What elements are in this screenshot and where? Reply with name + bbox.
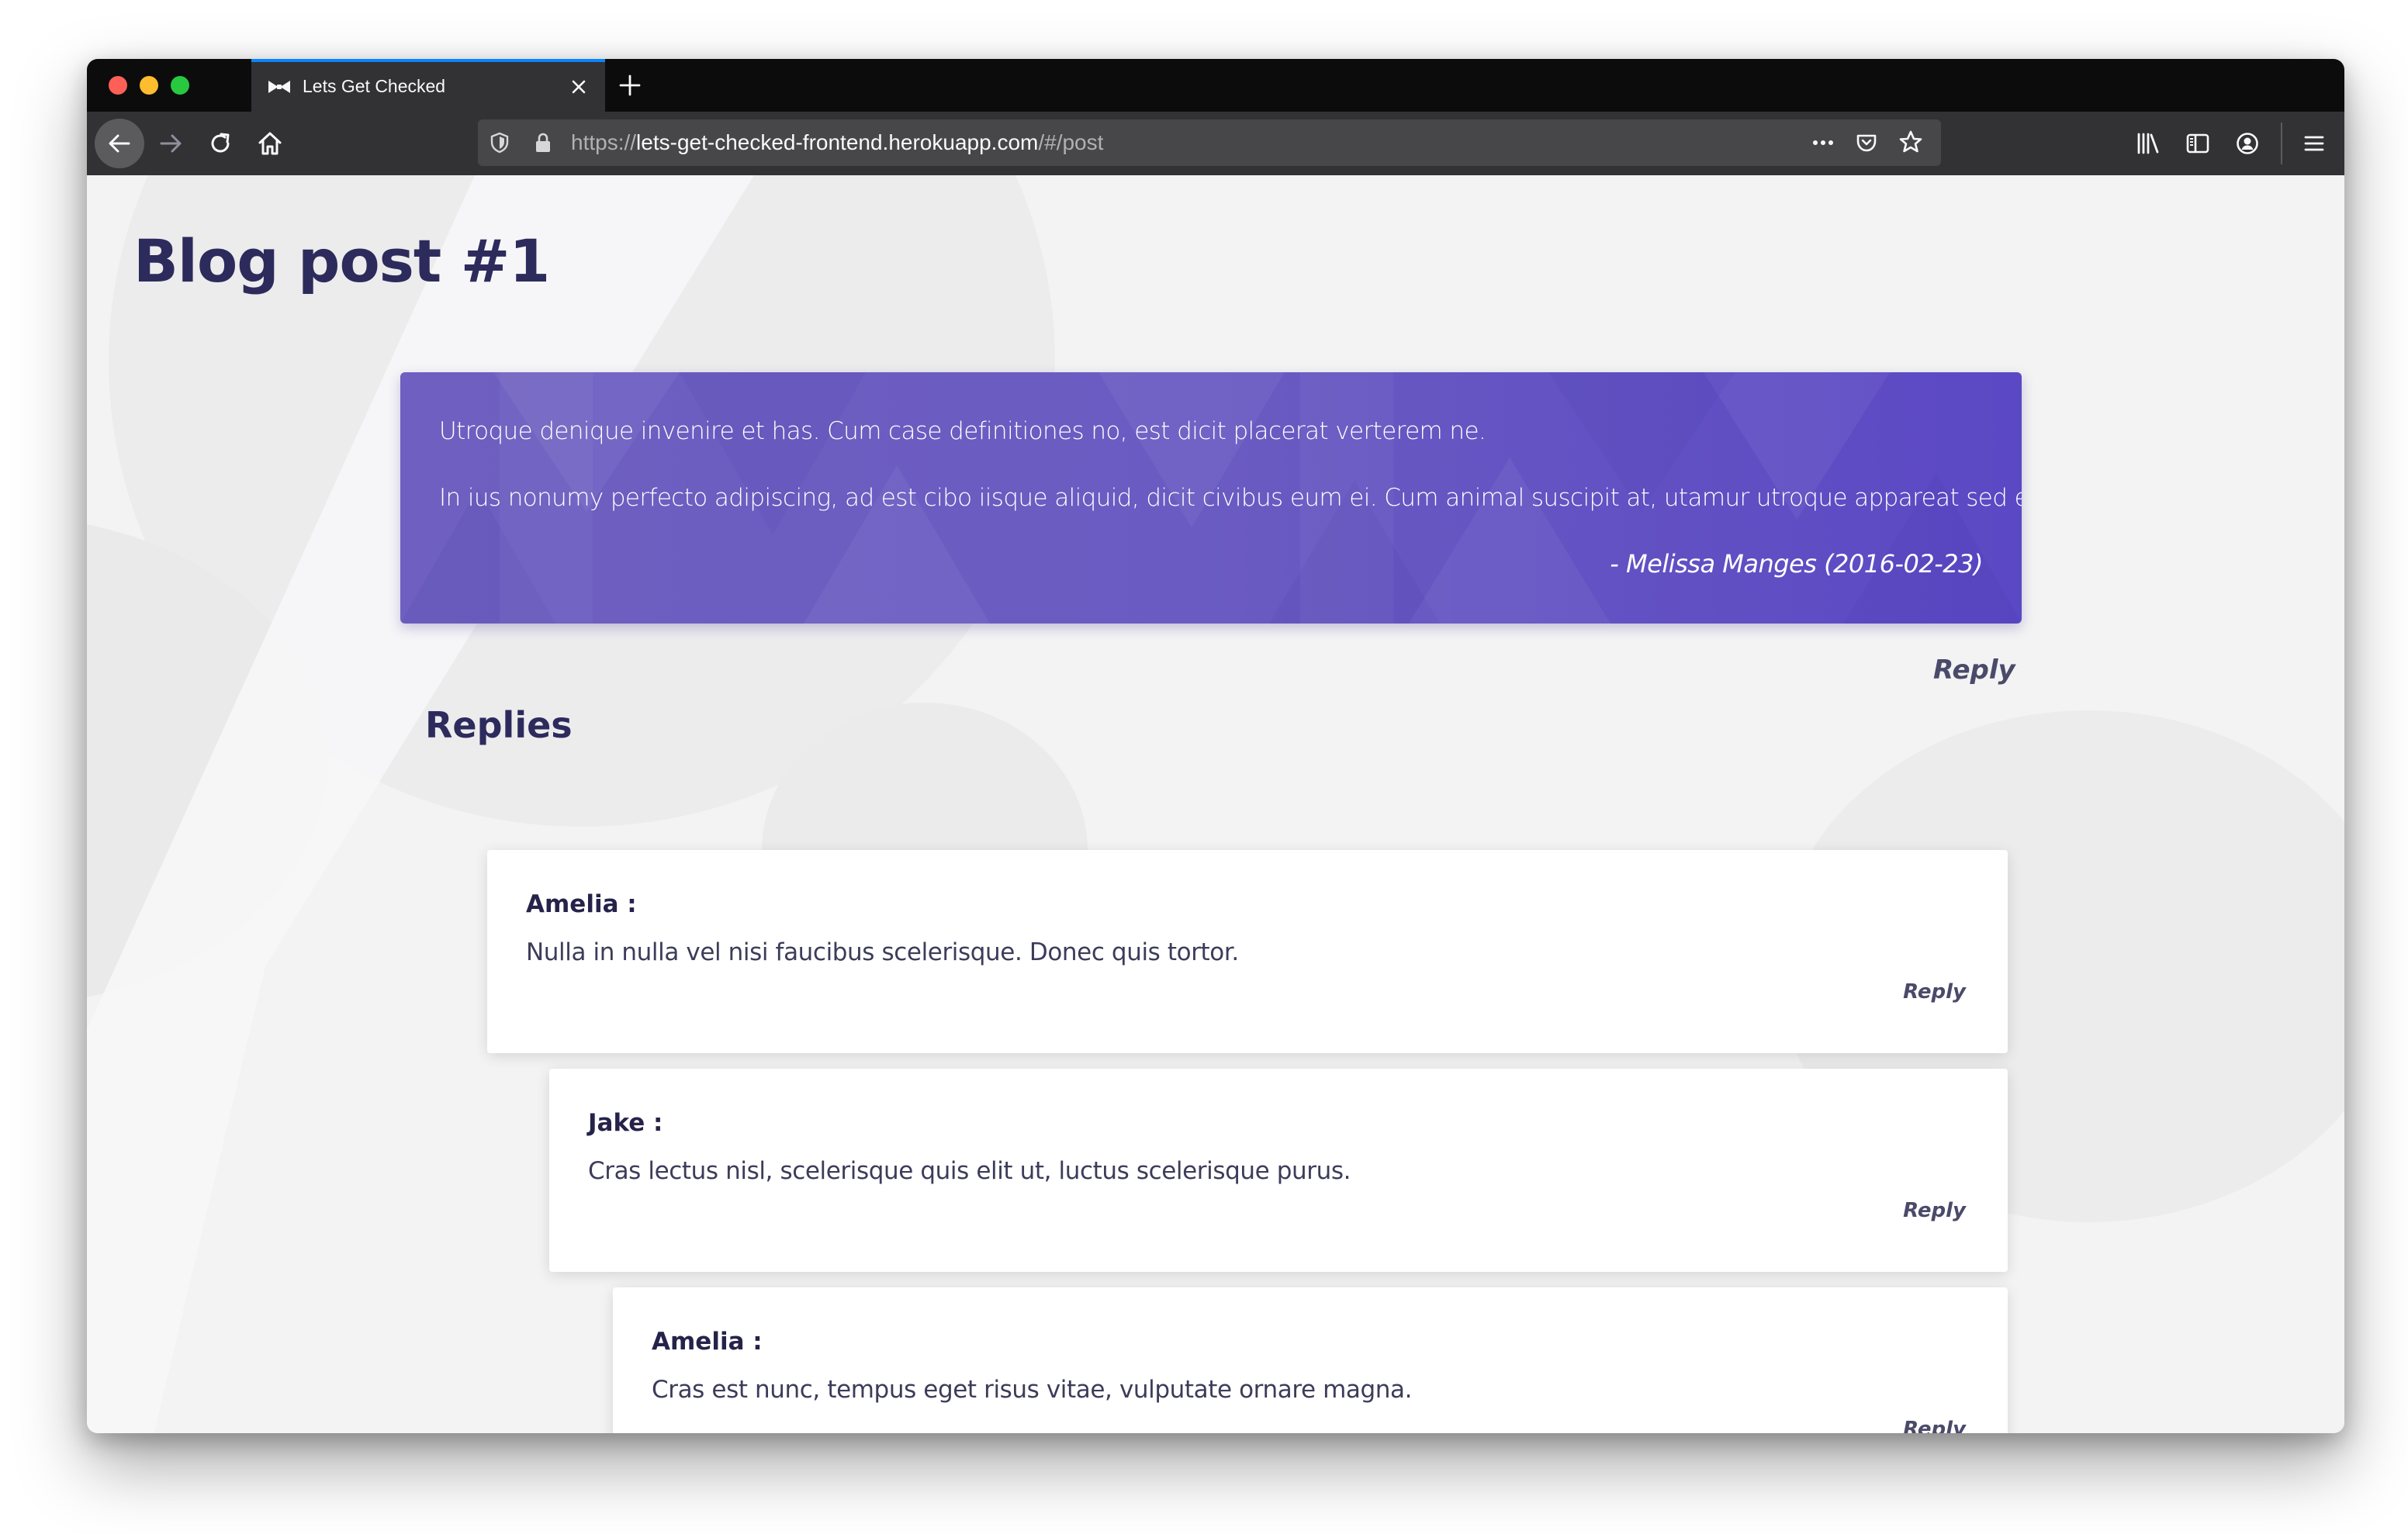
- minimize-window-button[interactable]: [140, 76, 158, 95]
- post-author: - Melissa Manges (2016-02-23): [1610, 549, 1983, 579]
- sidebar-icon[interactable]: [2185, 130, 2211, 157]
- pocket-icon[interactable]: [1854, 130, 1879, 155]
- url-text[interactable]: https://lets-get-checked-frontend.heroku…: [571, 119, 1103, 166]
- tab-title: Lets Get Checked: [303, 76, 446, 96]
- arrow-left-icon: [106, 130, 133, 157]
- forward-button[interactable]: [146, 119, 195, 168]
- home-icon: [256, 130, 284, 157]
- reply-link[interactable]: Reply: [1903, 980, 1966, 1004]
- reply-author: Jake :: [588, 1109, 663, 1137]
- hamburger-menu-icon[interactable]: [2301, 130, 2327, 157]
- reply-author: Amelia :: [526, 890, 637, 918]
- tab-lets-get-checked[interactable]: Lets Get Checked: [251, 59, 605, 112]
- toolbar-divider: [2281, 123, 2282, 164]
- reply-text: Cras est nunc, tempus eget risus vitae, …: [652, 1376, 1413, 1404]
- account-icon[interactable]: [2234, 130, 2261, 157]
- reply-author: Amelia :: [652, 1328, 763, 1356]
- navigation-toolbar: https://lets-get-checked-frontend.heroku…: [87, 112, 2344, 176]
- post-paragraph: Utroque denique invenire et has. Cum cas…: [439, 417, 1486, 445]
- replies-heading: Replies: [425, 704, 573, 746]
- arrow-right-icon: [157, 130, 185, 157]
- close-icon[interactable]: [566, 74, 591, 99]
- library-icon[interactable]: [2135, 130, 2161, 157]
- close-window-button[interactable]: [109, 76, 127, 95]
- shield-icon[interactable]: [487, 130, 512, 155]
- reload-button[interactable]: [195, 119, 245, 168]
- page-title: Blog post #1: [133, 226, 550, 295]
- browser-window: Lets Get Checked https://lets-get-checke…: [87, 59, 2344, 1433]
- lock-icon[interactable]: [531, 130, 555, 155]
- reload-icon: [206, 130, 234, 157]
- page-content: Blog post #1 Utroque denique invenire et…: [87, 175, 2344, 1433]
- post-reply-link[interactable]: Reply: [1933, 655, 2015, 686]
- url-bar[interactable]: https://lets-get-checked-frontend.heroku…: [478, 119, 1941, 166]
- url-host: lets-get-checked-frontend.herokuapp.com: [636, 130, 1039, 154]
- home-button[interactable]: [245, 119, 295, 168]
- blog-post-card: Utroque denique invenire et has. Cum cas…: [400, 372, 2022, 624]
- zoom-window-button[interactable]: [171, 76, 189, 95]
- reply-link[interactable]: Reply: [1903, 1199, 1966, 1222]
- reply-card: Amelia : Nulla in nulla vel nisi faucibu…: [487, 850, 2008, 1053]
- reply-card: Jake : Cras lectus nisl, scelerisque qui…: [549, 1069, 2008, 1272]
- bowtie-icon: [267, 79, 292, 95]
- more-dots-icon[interactable]: [1809, 130, 1837, 155]
- reply-link[interactable]: Reply: [1903, 1418, 1966, 1433]
- back-button[interactable]: [95, 119, 144, 168]
- post-paragraph: In ius nonumy perfecto adipiscing, ad es…: [439, 484, 2022, 512]
- tab-strip: Lets Get Checked: [87, 59, 2344, 112]
- reply-text: Cras lectus nisl, scelerisque quis elit …: [588, 1157, 1351, 1185]
- reply-card: Amelia : Cras est nunc, tempus eget risu…: [613, 1287, 2008, 1433]
- plus-icon[interactable]: [614, 70, 645, 101]
- url-scheme: https://: [571, 130, 637, 154]
- reply-text: Nulla in nulla vel nisi faucibus sceleri…: [526, 938, 1239, 966]
- url-path: /#/post: [1038, 130, 1104, 154]
- star-icon[interactable]: [1898, 129, 1924, 155]
